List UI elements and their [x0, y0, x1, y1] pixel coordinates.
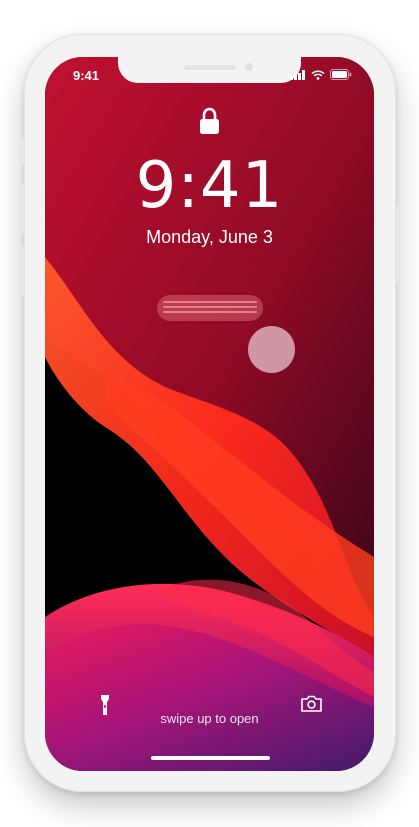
- lock-screen-clock: 9:41: [135, 149, 284, 223]
- battery-icon: [330, 69, 352, 80]
- cellular-signal-icon: [290, 69, 305, 80]
- camera-icon[interactable]: [301, 695, 322, 712]
- home-indicator[interactable]: [151, 756, 270, 760]
- volume-up-button: [21, 184, 24, 234]
- side-button: [396, 206, 399, 284]
- lock-screen-date: Monday, June 3: [146, 227, 273, 247]
- volume-down-button: [21, 246, 24, 296]
- mute-switch: [21, 138, 24, 164]
- notification-line: [163, 311, 257, 313]
- notification-line: [163, 301, 257, 303]
- swipe-up-hint: swipe up to open: [160, 711, 259, 726]
- wifi-icon: [311, 69, 325, 80]
- notification-placeholder[interactable]: [157, 295, 263, 321]
- lock-icon: [200, 107, 219, 134]
- status-bar-icons: [290, 69, 352, 80]
- speaker-grille: [184, 65, 236, 70]
- touch-indicator: [248, 326, 295, 373]
- front-camera: [245, 63, 253, 71]
- notch: [118, 57, 301, 83]
- status-bar-time: 9:41: [73, 68, 100, 83]
- lock-screen[interactable]: 9:41 9:41 Monday, June 3 swipe up to ope…: [45, 57, 374, 771]
- notification-line: [163, 306, 257, 308]
